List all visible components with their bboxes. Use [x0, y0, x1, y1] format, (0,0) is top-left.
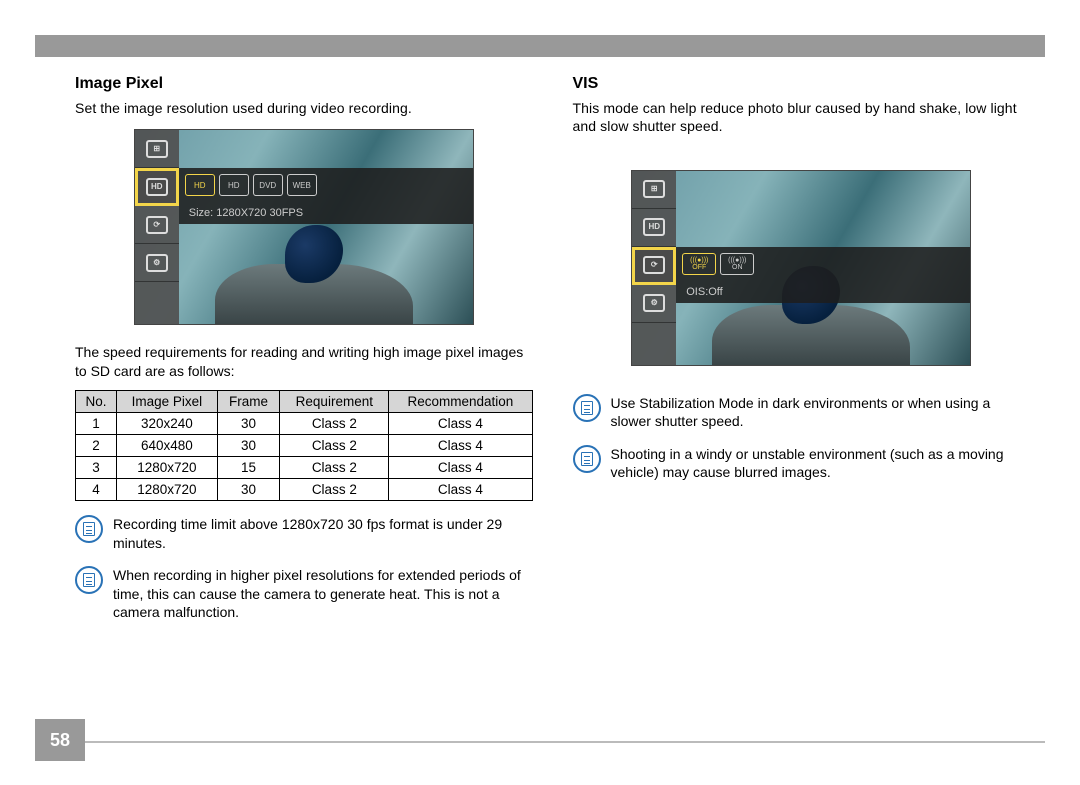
table-row: 41280x72030Class 2Class 4 [76, 479, 533, 501]
table-cell: 1280x720 [117, 457, 218, 479]
sidebar-item-ois[interactable]: ⟳ [135, 206, 179, 244]
section-desc: Set the image resolution used during vid… [75, 99, 533, 117]
menu-sidebar: ⊞ HD ⟳ ⚙ [135, 130, 179, 324]
section-desc-vis: This mode can help reduce photo blur cau… [573, 99, 1031, 136]
note-text: When recording in higher pixel resolutio… [113, 566, 533, 621]
sidebar-item-exposure[interactable]: ⊞ [632, 171, 676, 209]
header-bar [35, 35, 1045, 57]
sidebar-item-settings[interactable]: ⚙ [632, 285, 676, 323]
section-title-image-pixel: Image Pixel [75, 75, 533, 93]
table-cell: 30 [217, 413, 280, 435]
table-cell: Class 2 [280, 457, 389, 479]
table-row: 1320x24030Class 2Class 4 [76, 413, 533, 435]
sidebar-item-settings[interactable]: ⚙ [135, 244, 179, 282]
table-cell: 2 [76, 435, 117, 457]
sidebar-item-exposure[interactable]: ⊞ [135, 130, 179, 168]
table-cell: 3 [76, 457, 117, 479]
table-cell: 640x480 [117, 435, 218, 457]
right-column: VIS This mode can help reduce photo blur… [573, 75, 1031, 755]
menu-options-row: (((●)))OFF (((●)))ON [676, 247, 970, 281]
section-title-vis: VIS [573, 75, 1031, 93]
th-requirement: Requirement [280, 391, 389, 413]
table-cell: 1280x720 [117, 479, 218, 501]
note-text: Recording time limit above 1280x720 30 f… [113, 515, 533, 552]
note-text: Shooting in a windy or unstable environm… [611, 445, 1031, 482]
table-head-row: No. Image Pixel Frame Requirement Recomm… [76, 391, 533, 413]
camera-screen-image-pixel: ⊞ HD ⟳ ⚙ HD HD DVD WEB Size: 1280X720 30… [134, 129, 474, 325]
note-icon [573, 394, 601, 422]
table-cell: Class 4 [389, 413, 532, 435]
camera-screen-vis: ⊞ HD ⟳ ⚙ (((●)))OFF (((●)))ON OIS:Off [631, 170, 971, 366]
table-cell: Class 4 [389, 457, 532, 479]
table-cell: Class 2 [280, 413, 389, 435]
note-row: Use Stabilization Mode in dark environme… [573, 394, 1031, 431]
sidebar-item-hd[interactable]: HD [135, 168, 179, 206]
left-column: Image Pixel Set the image resolution use… [75, 75, 533, 755]
option-hd1[interactable]: HD [185, 174, 215, 196]
page-number: 58 [35, 719, 85, 761]
table-cell: 30 [217, 479, 280, 501]
table-row: 31280x72015Class 2Class 4 [76, 457, 533, 479]
th-frame: Frame [217, 391, 280, 413]
note-icon [573, 445, 601, 473]
menu-caption: Size: 1280X720 30FPS [179, 202, 473, 224]
note-row: Shooting in a windy or unstable environm… [573, 445, 1031, 482]
footer-rule [35, 741, 1045, 743]
th-no: No. [76, 391, 117, 413]
menu-sidebar: ⊞ HD ⟳ ⚙ [632, 171, 676, 365]
table-cell: Class 2 [280, 435, 389, 457]
note-row: When recording in higher pixel resolutio… [75, 566, 533, 621]
th-image-pixel: Image Pixel [117, 391, 218, 413]
th-recommendation: Recommendation [389, 391, 532, 413]
table-cell: 320x240 [117, 413, 218, 435]
note-icon [75, 515, 103, 543]
table-row: 2640x48030Class 2Class 4 [76, 435, 533, 457]
sd-card-desc: The speed requirements for reading and w… [75, 343, 533, 380]
option-ois-on[interactable]: (((●)))ON [720, 253, 754, 275]
menu-options-row: HD HD DVD WEB [179, 168, 473, 202]
table-cell: 4 [76, 479, 117, 501]
note-row: Recording time limit above 1280x720 30 f… [75, 515, 533, 552]
sidebar-item-ois[interactable]: ⟳ [632, 247, 676, 285]
table-cell: 15 [217, 457, 280, 479]
option-web[interactable]: WEB [287, 174, 317, 196]
table-cell: Class 4 [389, 435, 532, 457]
option-ois-off[interactable]: (((●)))OFF [682, 253, 716, 275]
spec-table: No. Image Pixel Frame Requirement Recomm… [75, 390, 533, 501]
table-cell: Class 2 [280, 479, 389, 501]
page-content: Image Pixel Set the image resolution use… [75, 75, 1030, 755]
note-icon [75, 566, 103, 594]
sidebar-item-hd[interactable]: HD [632, 209, 676, 247]
note-text: Use Stabilization Mode in dark environme… [611, 394, 1031, 431]
table-cell: Class 4 [389, 479, 532, 501]
menu-caption: OIS:Off [676, 281, 970, 303]
option-dvd[interactable]: DVD [253, 174, 283, 196]
table-cell: 1 [76, 413, 117, 435]
option-hd2[interactable]: HD [219, 174, 249, 196]
table-cell: 30 [217, 435, 280, 457]
